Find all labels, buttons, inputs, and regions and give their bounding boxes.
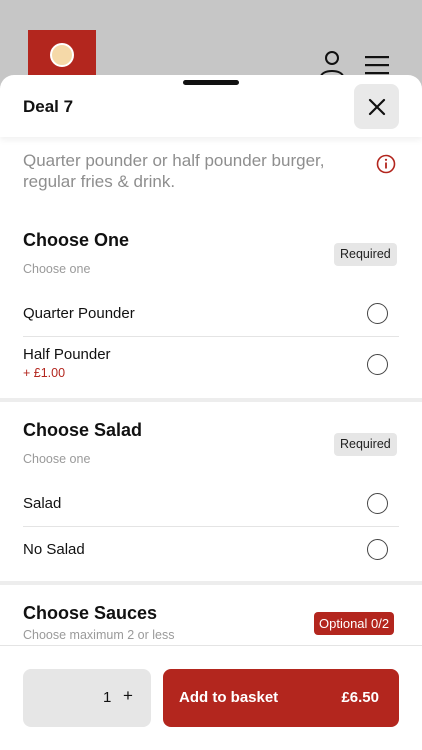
option-label: Salad bbox=[23, 495, 62, 512]
option-price: + £1.00 bbox=[23, 366, 66, 380]
section-subtitle: Choose one bbox=[23, 452, 91, 466]
hamburger-menu-icon[interactable] bbox=[364, 54, 390, 76]
restaurant-logo[interactable] bbox=[28, 30, 96, 80]
close-icon bbox=[368, 98, 385, 115]
option-label: Quarter Pounder bbox=[23, 305, 135, 322]
sheet-header: Deal 7 bbox=[0, 75, 422, 137]
radio-button[interactable] bbox=[367, 539, 388, 560]
option-no-salad[interactable]: No Salad bbox=[23, 527, 399, 571]
deal-title: Deal 7 bbox=[23, 97, 74, 116]
deal-options-sheet: Deal 7 Quarter pounder or half pounder b… bbox=[0, 75, 422, 750]
basket-footer: 1 + Add to basket £6.50 bbox=[0, 645, 422, 750]
add-to-basket-button[interactable]: Add to basket £6.50 bbox=[163, 669, 399, 727]
quantity-value: 1 bbox=[103, 689, 112, 706]
increase-quantity-button[interactable]: + bbox=[123, 686, 133, 706]
option-quarter-pounder[interactable]: Quarter Pounder bbox=[23, 291, 399, 335]
basket-price: £6.50 bbox=[341, 689, 379, 706]
option-half-pounder[interactable]: Half Pounder + £1.00 bbox=[23, 337, 399, 397]
close-button[interactable] bbox=[354, 84, 399, 129]
option-label: Half Pounder bbox=[23, 346, 111, 363]
section-subtitle: Choose maximum 2 or less bbox=[23, 628, 175, 642]
required-badge: Required bbox=[334, 433, 397, 456]
section-divider bbox=[0, 398, 422, 402]
option-salad[interactable]: Salad bbox=[23, 481, 399, 525]
pizza-logo-icon bbox=[50, 43, 74, 67]
deal-description: Quarter pounder or half pounder burger, … bbox=[23, 151, 325, 191]
section-title-choose-sauces: Choose Sauces bbox=[23, 603, 158, 623]
required-badge: Required bbox=[334, 243, 397, 266]
section-subtitle: Choose one bbox=[23, 262, 91, 276]
radio-button[interactable] bbox=[367, 303, 388, 324]
info-icon[interactable] bbox=[376, 154, 396, 174]
section-title-choose-salad: Choose Salad bbox=[23, 420, 143, 440]
optional-badge: Optional 0/2 bbox=[314, 612, 395, 635]
quantity-stepper[interactable]: 1 + bbox=[23, 669, 151, 727]
user-account-icon[interactable] bbox=[318, 50, 346, 78]
section-title-choose-one: Choose One bbox=[23, 230, 130, 250]
option-label: No Salad bbox=[23, 541, 85, 558]
section-divider bbox=[0, 581, 422, 585]
radio-button[interactable] bbox=[367, 354, 388, 375]
sheet-grabber[interactable] bbox=[183, 80, 239, 85]
add-to-basket-label: Add to basket bbox=[179, 689, 279, 706]
radio-button[interactable] bbox=[367, 493, 388, 514]
